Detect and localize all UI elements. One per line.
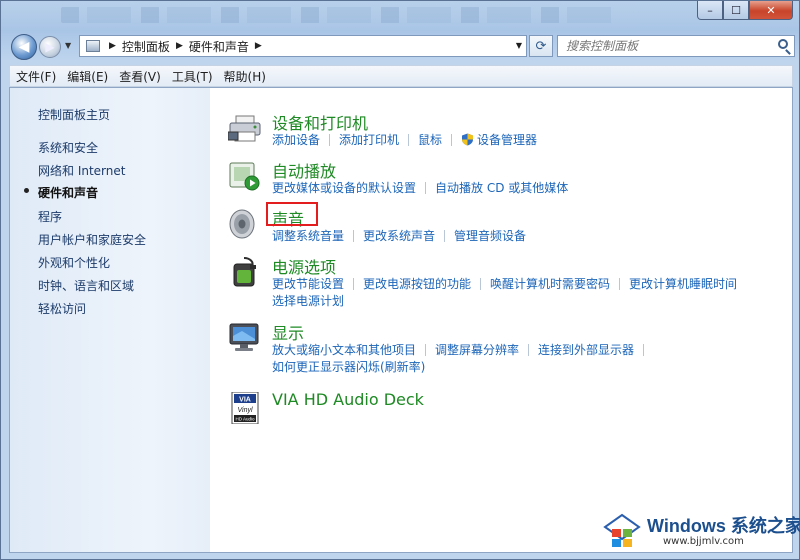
menu-help[interactable]: 帮助(H)	[218, 68, 271, 85]
link-change-media-defaults[interactable]: 更改媒体或设备的默认设置	[272, 181, 416, 195]
window-controls: – ☐ ✕	[697, 1, 793, 20]
category-title[interactable]: VIA HD Audio Deck	[272, 390, 424, 409]
link-device-manager[interactable]: 设备管理器	[477, 133, 537, 147]
control-panel-window: – ☐ ✕ ◀ ▶ ▼ ▶ 控制面板 ▶ 硬件和声音 ▶ ▼ ⟳ 文件(F) 编…	[0, 0, 800, 560]
via-vinyl-icon[interactable]: VIA Vinyl HD Audio	[228, 392, 262, 424]
link-power-saving[interactable]: 更改节能设置	[272, 277, 344, 291]
taskbar-blur	[61, 7, 621, 23]
address-dropdown-icon[interactable]: ▼	[516, 41, 522, 50]
recent-pages-dropdown[interactable]: ▼	[65, 41, 71, 50]
category-links: 更改节能设置 更改电源按钮的功能 唤醒计算机时需要密码 更改计算机睡眠时间	[272, 275, 737, 292]
chevron-right-icon[interactable]: ▶	[109, 41, 116, 51]
link-choose-power-plan[interactable]: 选择电源计划	[272, 294, 344, 308]
link-change-system-sounds[interactable]: 更改系统声音	[363, 229, 435, 243]
forward-button[interactable]: ▶	[39, 36, 61, 58]
separator	[619, 278, 621, 290]
sidebar-item-hardware-sound[interactable]: 硬件和声音	[38, 184, 98, 201]
sidebar-item-programs[interactable]: 程序	[38, 208, 62, 225]
sidebar-item-home[interactable]: 控制面板主页	[38, 106, 110, 123]
printer-icon[interactable]	[228, 112, 262, 144]
forward-arrow-icon: ▶	[45, 40, 55, 54]
speaker-icon[interactable]	[228, 208, 262, 240]
address-bar[interactable]: ▶ 控制面板 ▶ 硬件和声音 ▶ ▼	[79, 35, 527, 57]
separator	[451, 134, 453, 146]
separator	[444, 230, 446, 242]
separator	[353, 278, 355, 290]
main-panel: 设备和打印机 添加设备 添加打印机 鼠标 设备管理器 自动播放 更改媒体或设备的默认设…	[220, 88, 792, 552]
link-add-device[interactable]: 添加设备	[272, 133, 320, 147]
close-button[interactable]: ✕	[749, 1, 793, 20]
uac-shield-icon	[462, 133, 474, 146]
breadcrumb-control-panel[interactable]: 控制面板	[122, 38, 170, 55]
hd-audio-text: HD Audio	[235, 417, 255, 422]
category-links: 如何更正显示器闪烁(刷新率)	[272, 358, 425, 375]
refresh-icon: ⟳	[535, 38, 547, 54]
menu-tools[interactable]: 工具(T)	[166, 68, 218, 85]
windows-logo-icon	[603, 513, 641, 547]
watermark-url: www.bjjmlv.com	[663, 536, 744, 547]
watermark-brand: Windows 系统之家	[647, 516, 800, 536]
category-links: 调整系统音量 更改系统声音 管理音频设备	[272, 227, 526, 244]
watermark: Windows 系统之家 www.bjjmlv.com	[603, 511, 800, 553]
separator	[353, 230, 355, 242]
category-links: 放大或缩小文本和其他项目 调整屏幕分辨率 连接到外部显示器	[272, 341, 653, 358]
search-input[interactable]	[564, 38, 768, 54]
highlight-box	[266, 202, 318, 226]
navigation-row: ◀ ▶ ▼ ▶ 控制面板 ▶ 硬件和声音 ▶ ▼ ⟳	[9, 33, 795, 60]
via-logo-text: VIA	[239, 397, 251, 404]
link-text-size[interactable]: 放大或缩小文本和其他项目	[272, 343, 416, 357]
link-adjust-volume[interactable]: 调整系统音量	[272, 229, 344, 243]
search-icon[interactable]	[778, 39, 788, 49]
control-panel-icon	[86, 40, 100, 52]
content-area: 控制面板主页 系统和安全 网络和 Internet 硬件和声音 程序 用户帐户和…	[9, 87, 793, 553]
chevron-right-icon[interactable]: ▶	[255, 41, 262, 51]
sidebar-item-network[interactable]: 网络和 Internet	[38, 162, 125, 179]
vinyl-text: Vinyl	[237, 407, 252, 414]
active-bullet	[24, 188, 29, 193]
separator	[643, 344, 645, 356]
battery-icon[interactable]	[228, 256, 262, 288]
maximize-button[interactable]: ☐	[723, 1, 749, 20]
link-wake-password[interactable]: 唤醒计算机时需要密码	[490, 277, 610, 291]
sidebar-item-ease-of-access[interactable]: 轻松访问	[38, 300, 86, 317]
sidebar-item-system-security[interactable]: 系统和安全	[38, 139, 98, 156]
refresh-button[interactable]: ⟳	[529, 35, 553, 57]
back-button[interactable]: ◀	[11, 34, 37, 60]
title-bar[interactable]: – ☐ ✕	[1, 1, 799, 29]
separator	[528, 344, 530, 356]
separator	[425, 182, 427, 194]
category-links: 更改媒体或设备的默认设置 自动播放 CD 或其他媒体	[272, 179, 568, 196]
breadcrumb-hardware-sound[interactable]: 硬件和声音	[189, 38, 249, 55]
link-external-display[interactable]: 连接到外部显示器	[538, 343, 634, 357]
separator	[480, 278, 482, 290]
link-mouse[interactable]: 鼠标	[418, 133, 442, 147]
link-manage-audio-devices[interactable]: 管理音频设备	[454, 229, 526, 243]
menu-view[interactable]: 查看(V)	[113, 68, 166, 85]
separator	[425, 344, 427, 356]
link-add-printer[interactable]: 添加打印机	[339, 133, 399, 147]
minimize-button[interactable]: –	[697, 1, 723, 20]
sidebar: 控制面板主页 系统和安全 网络和 Internet 硬件和声音 程序 用户帐户和…	[10, 88, 210, 552]
sidebar-item-appearance[interactable]: 外观和个性化	[38, 254, 110, 271]
link-sleep-time[interactable]: 更改计算机睡眠时间	[629, 277, 737, 291]
chevron-right-icon[interactable]: ▶	[176, 41, 183, 51]
back-arrow-icon: ◀	[18, 39, 30, 55]
monitor-icon[interactable]	[228, 322, 262, 354]
separator	[329, 134, 331, 146]
link-refresh-rate[interactable]: 如何更正显示器闪烁(刷新率)	[272, 360, 425, 374]
menu-file[interactable]: 文件(F)	[10, 68, 61, 85]
search-box[interactable]	[557, 35, 795, 57]
sidebar-item-clock-region[interactable]: 时钟、语言和区域	[38, 277, 134, 294]
category-links: 选择电源计划	[272, 292, 344, 309]
separator	[408, 134, 410, 146]
link-screen-resolution[interactable]: 调整屏幕分辨率	[435, 343, 519, 357]
category-links: 添加设备 添加打印机 鼠标 设备管理器	[272, 131, 537, 148]
menu-bar: 文件(F) 编辑(E) 查看(V) 工具(T) 帮助(H)	[9, 65, 793, 87]
sidebar-item-user-accounts[interactable]: 用户帐户和家庭安全	[38, 231, 146, 248]
menu-edit[interactable]: 编辑(E)	[61, 68, 113, 85]
link-autoplay-cd[interactable]: 自动播放 CD 或其他媒体	[435, 181, 568, 195]
autoplay-icon[interactable]	[228, 160, 262, 192]
link-power-button[interactable]: 更改电源按钮的功能	[363, 277, 471, 291]
